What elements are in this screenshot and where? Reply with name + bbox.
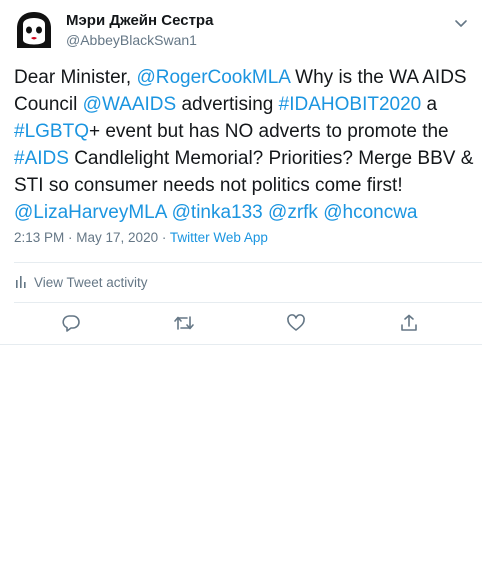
tweet-meta: 2:13 PM · May 17, 2020 · Twitter Web App — [14, 230, 268, 245]
nun-face-icon — [17, 12, 51, 48]
tweet-time[interactable]: 2:13 PM — [14, 230, 64, 245]
view-tweet-activity-label: View Tweet activity — [34, 274, 148, 290]
mention-link[interactable]: @RogerCookMLA — [136, 67, 289, 88]
tweet-text-segment: Candlelight Memorial? Priorities? Merge … — [14, 148, 474, 196]
mention-link[interactable]: @hconcwa — [323, 202, 417, 223]
hashtag-link[interactable]: #AIDS — [14, 148, 69, 169]
bar-chart-icon — [16, 276, 26, 288]
tweet-card: Мэри Джейн Сестра @AbbeyBlackSwan1 Dear … — [0, 0, 482, 345]
tweet-text: Dear Minister, @RogerCookMLA Why is the … — [14, 64, 474, 226]
author-handle[interactable]: @AbbeyBlackSwan1 — [66, 32, 197, 48]
view-tweet-activity-link[interactable]: View Tweet activity — [14, 273, 148, 291]
share-icon — [401, 314, 417, 331]
author-display-name[interactable]: Мэри Джейн Сестра — [66, 12, 213, 29]
mention-link[interactable]: @zrfk — [268, 202, 318, 223]
like-button[interactable] — [285, 312, 307, 334]
meta-separator: · — [64, 230, 77, 245]
tweet-text-segment: Dear Minister, — [14, 67, 137, 88]
reply-button[interactable] — [60, 312, 82, 334]
mention-link[interactable]: @WAAIDS — [83, 94, 177, 115]
more-options-button[interactable] — [450, 12, 472, 34]
hashtag-link[interactable]: #IDAHOBIT2020 — [279, 94, 422, 115]
share-button[interactable] — [398, 312, 420, 334]
tweet-date[interactable]: May 17, 2020 — [76, 230, 158, 245]
tweet-text-segment: a — [421, 94, 438, 115]
retweet-button[interactable] — [173, 312, 195, 334]
tweet-text-segment: + event but has NO adverts to promote th… — [88, 121, 449, 142]
divider — [14, 262, 482, 263]
heart-icon — [287, 314, 305, 331]
tweet-text-segment: advertising — [176, 94, 279, 115]
tweet-source-link[interactable]: Twitter Web App — [170, 230, 268, 245]
avatar[interactable] — [14, 10, 54, 50]
meta-separator: · — [158, 230, 170, 245]
hashtag-link[interactable]: #LGBTQ — [14, 121, 89, 142]
divider — [14, 302, 482, 303]
chevron-down-icon — [455, 20, 467, 27]
reply-icon — [62, 315, 80, 332]
mention-link[interactable]: @LizaHarveyMLA — [14, 202, 166, 223]
retweet-icon — [174, 316, 194, 330]
mention-link[interactable]: @tinka133 — [172, 202, 263, 223]
